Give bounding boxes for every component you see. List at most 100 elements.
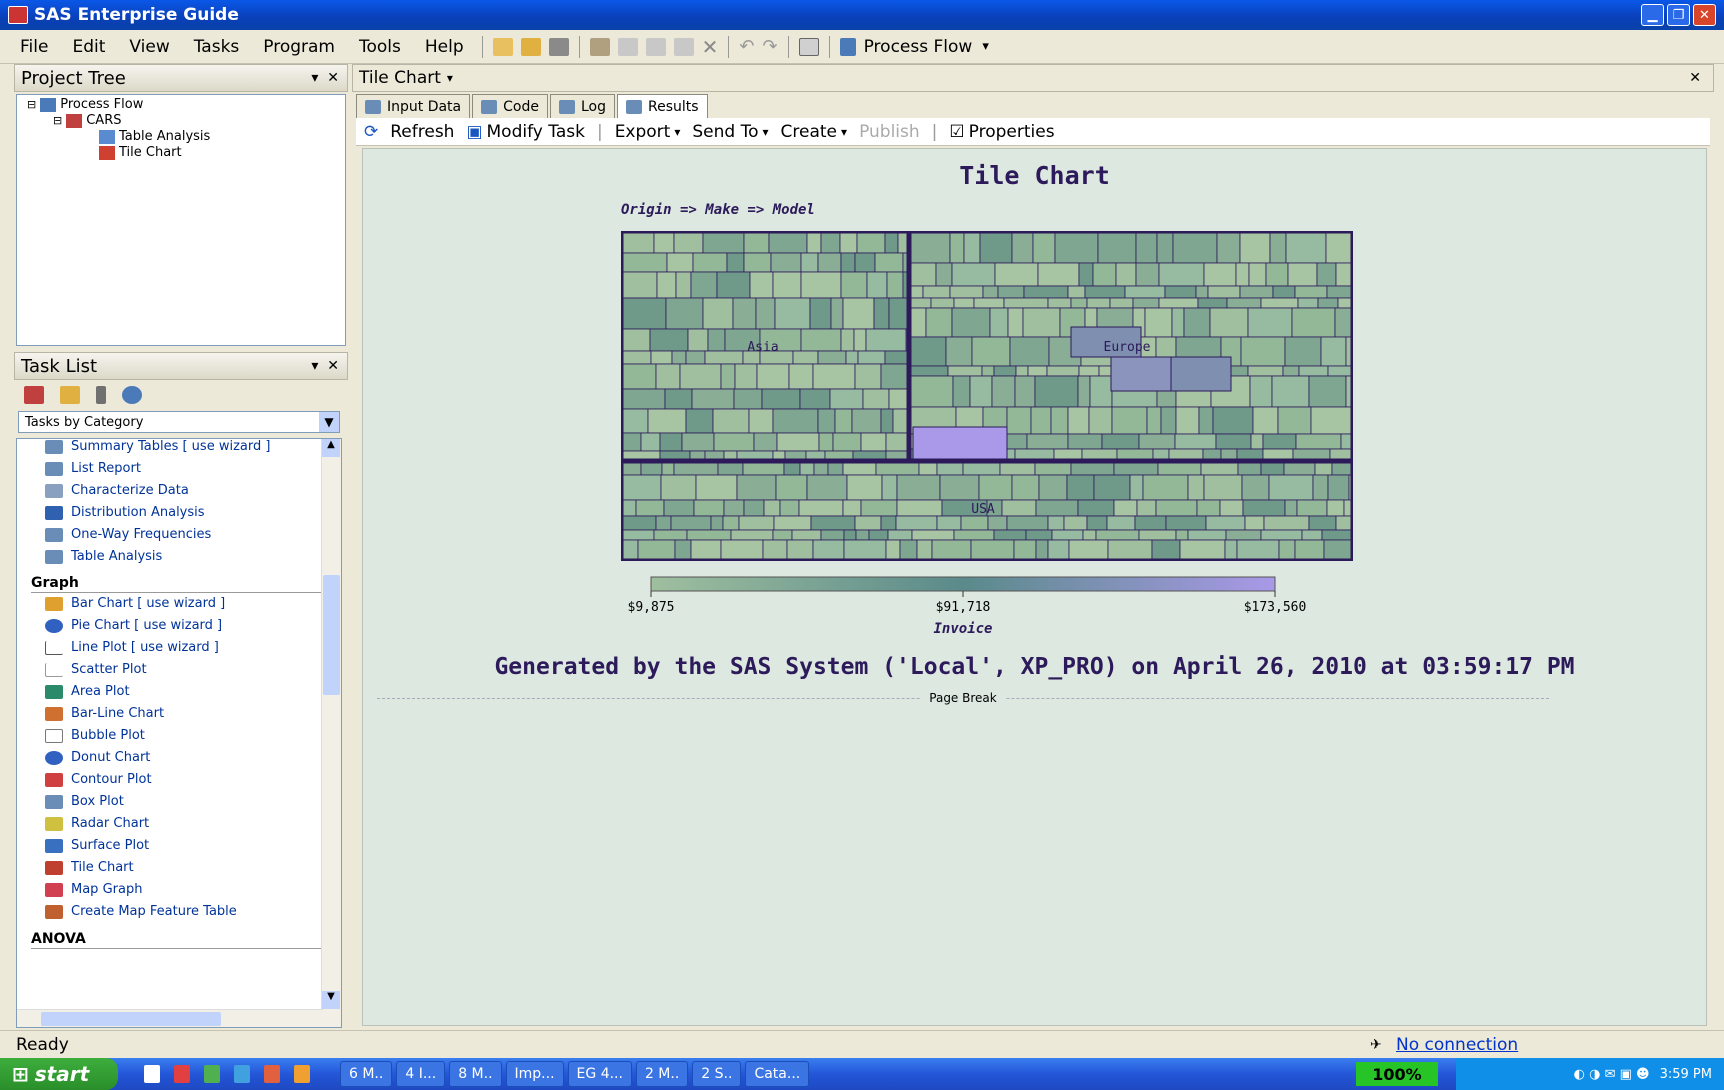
save-icon[interactable] xyxy=(548,37,569,56)
scroll-down-arrow[interactable]: ▼ xyxy=(322,991,340,1009)
taskbar-button[interactable]: Imp... xyxy=(505,1061,564,1087)
tree-item-tile-chart[interactable]: Tile Chart xyxy=(99,145,182,160)
new-icon[interactable] xyxy=(492,37,513,56)
close-button[interactable]: ✕ xyxy=(1693,4,1716,26)
chevron-down-icon[interactable]: ▼ xyxy=(319,412,339,432)
tab-log[interactable]: Log xyxy=(549,94,615,118)
cut-icon[interactable] xyxy=(617,37,638,56)
tray-icons[interactable]: ◐ ◑ ✉ ▣ ☻ xyxy=(1574,1067,1650,1082)
taskbar-button[interactable]: 6 M.. xyxy=(340,1061,393,1087)
browser-icon[interactable] xyxy=(234,1065,250,1083)
quicklaunch-icon[interactable] xyxy=(204,1065,220,1083)
tasks-by-name-icon[interactable] xyxy=(60,386,80,404)
task-scatter-plot[interactable]: Scatter Plot xyxy=(45,662,147,677)
quicklaunch-icon[interactable] xyxy=(264,1065,280,1083)
task-bar-chart[interactable]: Bar Chart [ use wizard ] xyxy=(45,596,225,611)
tree-item-table-analysis[interactable]: Table Analysis xyxy=(99,129,210,144)
taskbar-button[interactable]: 8 M.. xyxy=(449,1061,502,1087)
chevron-down-icon[interactable]: ▾ xyxy=(841,125,847,139)
task-bubble-plot[interactable]: Bubble Plot xyxy=(45,728,145,743)
task-distribution-analysis[interactable]: Distribution Analysis xyxy=(45,505,205,520)
refresh-icon[interactable]: ⟳ xyxy=(364,122,378,142)
menu-view[interactable]: View xyxy=(117,37,181,57)
undo-icon[interactable]: ↶ xyxy=(739,36,754,57)
task-summary-tables[interactable]: Summary Tables [ use wizard ] xyxy=(45,439,270,454)
paste-icon[interactable] xyxy=(673,37,694,56)
horizontal-scrollbar[interactable] xyxy=(17,1009,323,1027)
tasks-by-category-icon[interactable] xyxy=(24,386,44,404)
menu-program[interactable]: Program xyxy=(251,37,347,57)
tab-results[interactable]: Results xyxy=(617,94,708,118)
taskbar-button[interactable]: 4 I... xyxy=(396,1061,446,1087)
tile-europe xyxy=(989,307,1009,338)
quicklaunch-icon[interactable] xyxy=(144,1065,160,1083)
task-one-way-frequencies[interactable]: One-Way Frequencies xyxy=(45,527,211,542)
connection-status[interactable]: No connection xyxy=(1396,1035,1518,1055)
taskbar-button[interactable]: 2 S.. xyxy=(692,1061,742,1087)
open-icon[interactable] xyxy=(520,37,541,56)
print-icon[interactable] xyxy=(589,37,610,56)
restore-button[interactable]: ❐ xyxy=(1667,4,1690,26)
tab-input-data[interactable]: Input Data xyxy=(356,94,471,118)
task-create-map-feature-table[interactable]: Create Map Feature Table xyxy=(45,904,237,919)
scroll-thumb[interactable] xyxy=(323,575,340,695)
properties-icon[interactable]: ☑ xyxy=(949,122,964,142)
quicklaunch-icon[interactable] xyxy=(294,1065,310,1083)
task-characterize-data[interactable]: Characterize Data xyxy=(45,483,189,498)
modify-task-button[interactable]: Modify Task xyxy=(487,122,585,142)
tab-code[interactable]: Code xyxy=(472,94,548,118)
chevron-down-icon[interactable]: ▾ xyxy=(447,71,453,85)
tree-item-cars[interactable]: ⊟ CARS xyxy=(53,113,121,128)
create-button[interactable]: Create xyxy=(781,122,838,142)
start-button[interactable]: ⊞ start xyxy=(0,1058,118,1090)
properties-button[interactable]: Properties xyxy=(969,122,1055,142)
redo-icon[interactable]: ↷ xyxy=(763,36,778,57)
copy-icon[interactable] xyxy=(645,37,666,56)
task-contour-plot[interactable]: Contour Plot xyxy=(45,772,152,787)
send-to-button[interactable]: Send To xyxy=(692,122,758,142)
task-line-plot[interactable]: Line Plot [ use wizard ] xyxy=(45,640,219,655)
menu-tasks[interactable]: Tasks xyxy=(182,37,252,57)
tree-item-process-flow[interactable]: ⊟ Process Flow xyxy=(27,97,143,112)
workspace-title[interactable]: Tile Chart xyxy=(359,68,441,88)
task-list-report[interactable]: List Report xyxy=(45,461,141,476)
scroll-thumb[interactable] xyxy=(41,1012,221,1026)
task-bar-line-chart[interactable]: Bar-Line Chart xyxy=(45,706,164,721)
scroll-up-arrow[interactable]: ▲ xyxy=(322,439,340,457)
panel-controls[interactable]: ▾ ✕ xyxy=(311,358,339,374)
export-button[interactable]: Export xyxy=(615,122,671,142)
refresh-button[interactable]: Refresh xyxy=(390,122,454,142)
task-tile-chart[interactable]: Tile Chart xyxy=(45,860,134,875)
minimize-button[interactable]: ▁ xyxy=(1641,4,1664,26)
task-surface-plot[interactable]: Surface Plot xyxy=(45,838,149,853)
delete-icon[interactable]: ✕ xyxy=(702,35,719,59)
publish-button[interactable]: Publish xyxy=(859,122,920,142)
task-category-select[interactable]: Tasks by Category ▼ xyxy=(18,411,340,433)
task-box-plot[interactable]: Box Plot xyxy=(45,794,124,809)
menu-file[interactable]: File xyxy=(8,37,60,57)
chevron-down-icon[interactable]: ▾ xyxy=(674,125,680,139)
chevron-down-icon[interactable]: ▾ xyxy=(982,39,989,54)
taskbar-button[interactable]: 2 M.. xyxy=(635,1061,689,1087)
task-list-scrollbar[interactable]: ▲ ▼ xyxy=(321,439,341,1027)
globe-icon[interactable] xyxy=(122,386,142,404)
task-radar-chart[interactable]: Radar Chart xyxy=(45,816,149,831)
task-table-analysis[interactable]: Table Analysis xyxy=(45,549,162,564)
close-icon[interactable]: ✕ xyxy=(1689,70,1701,86)
task-map-graph[interactable]: Map Graph xyxy=(45,882,142,897)
task-templates-icon[interactable] xyxy=(96,386,106,404)
chevron-down-icon[interactable]: ▾ xyxy=(763,125,769,139)
task-donut-chart[interactable]: Donut Chart xyxy=(45,750,150,765)
task-pie-chart[interactable]: Pie Chart [ use wizard ] xyxy=(45,618,222,633)
process-flow-dropdown[interactable]: Process Flow xyxy=(864,37,973,57)
window-layout-icon[interactable] xyxy=(798,37,819,56)
modify-task-icon[interactable]: ▣ xyxy=(466,122,482,142)
taskbar-button[interactable]: EG 4... xyxy=(567,1061,632,1087)
panel-controls[interactable]: ▾ ✕ xyxy=(311,70,339,86)
menu-tools[interactable]: Tools xyxy=(347,37,413,57)
quicklaunch-icon[interactable] xyxy=(174,1065,190,1083)
taskbar-button[interactable]: Cata... xyxy=(745,1061,810,1087)
menu-help[interactable]: Help xyxy=(413,37,476,57)
menu-edit[interactable]: Edit xyxy=(60,37,117,57)
task-area-plot[interactable]: Area Plot xyxy=(45,684,130,699)
